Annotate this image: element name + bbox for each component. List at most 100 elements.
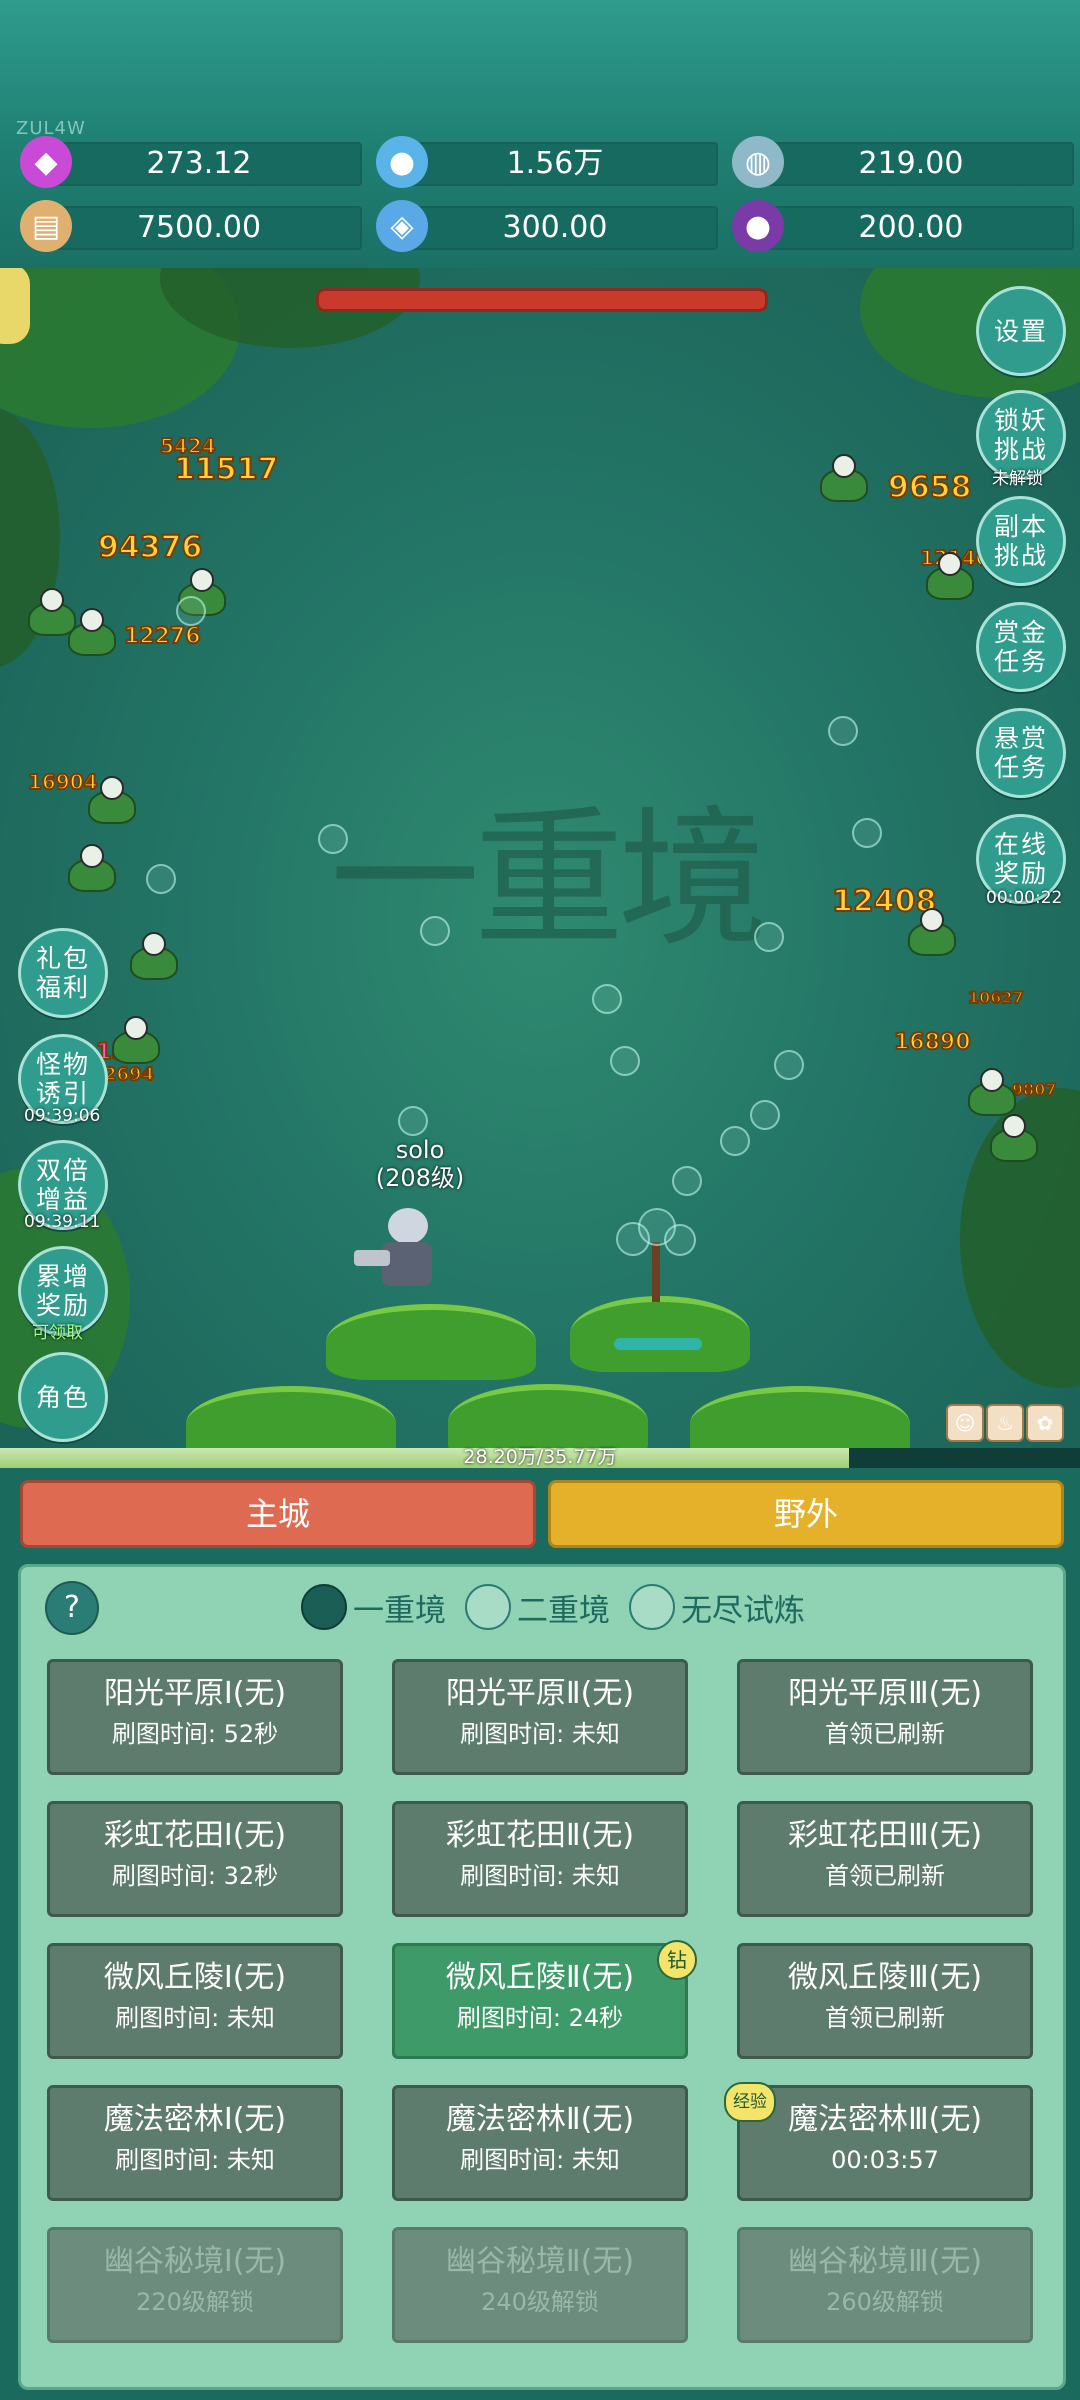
main-city-tab[interactable]: 主城 [20, 1480, 536, 1548]
map-status: 刷图时间: 未知 [460, 1720, 620, 1748]
map-card[interactable]: 微风丘陵Ⅲ(无) 首领已刷新 [737, 1943, 1033, 2059]
experience-badge: 经验 [724, 2082, 776, 2122]
resource-value: 1.56万 [506, 146, 604, 181]
double-buff-timer: 09:39:11 [24, 1212, 101, 1232]
map-card[interactable]: 魔法密林Ⅰ(无) 刷图时间: 未知 [47, 2085, 343, 2201]
realm-option-2[interactable]: 二重境 [465, 1581, 610, 1633]
bubble [318, 824, 348, 854]
map-status: 220级解锁 [136, 2288, 254, 2316]
resource-crystal: ● 1.56万 [376, 136, 718, 188]
monster [982, 1114, 1042, 1162]
resource-value: 200.00 [858, 210, 964, 245]
map-status: 首领已刷新 [825, 1862, 945, 1890]
map-card[interactable]: 阳光平原Ⅰ(无) 刷图时间: 52秒 [47, 1659, 343, 1775]
bubble [720, 1126, 750, 1156]
monster [104, 1016, 164, 1064]
map-status: 00:03:57 [831, 2146, 939, 2174]
map-name: 微风丘陵Ⅱ(无) [445, 1960, 635, 1995]
map-status: 240级解锁 [481, 2288, 599, 2316]
experience-text: 28.20万/35.77万 [463, 1446, 617, 1468]
map-card[interactable]: 彩虹花田Ⅱ(无) 刷图时间: 未知 [392, 1801, 688, 1917]
experience-bar: 28.20万/35.77万 [0, 1446, 1080, 1468]
cat-icon[interactable]: ✿ [1026, 1404, 1064, 1442]
bubble [592, 984, 622, 1014]
damage-number: 2694 [103, 1063, 155, 1086]
map-name: 魔法密林Ⅰ(无) [103, 2102, 287, 2137]
realm-label: 一重境 [353, 1592, 446, 1629]
bubble [852, 818, 882, 848]
map-select-panel: ? 一重境 二重境 无尽试炼 阳光平原Ⅰ(无) 刷图时间: 52秒 阳光平原Ⅱ(… [18, 1564, 1066, 2390]
resource-gems: ◆ 273.12 [20, 136, 362, 188]
monster [80, 776, 140, 824]
map-name: 幽谷秘境Ⅲ(无) [787, 2244, 983, 2279]
map-name: 微风丘陵Ⅲ(无) [787, 1960, 983, 1995]
map-card[interactable]: 魔法密林Ⅲ(无) 00:03:57 经验 [724, 2082, 1033, 2201]
character-button[interactable]: 角色 [18, 1352, 108, 1442]
resource-value: 7500.00 [136, 210, 262, 245]
map-name: 阳光平原Ⅱ(无) [445, 1676, 635, 1711]
battle-scene[interactable]: 一重境 5424 11517 94376 12276 16904 9658 12… [0, 268, 1080, 1458]
diamond-badge: 钻 [657, 1940, 697, 1980]
map-card-locked[interactable]: 幽谷秘境Ⅱ(无) 240级解锁 [392, 2227, 688, 2343]
damage-number: 9658 [887, 469, 972, 506]
reward-task-button[interactable]: 悬赏任务 [976, 708, 1066, 798]
gift-pack-button[interactable]: 礼包福利 [18, 928, 108, 1018]
pet-icon[interactable]: ☺ [946, 1404, 984, 1442]
boss-health-bar [316, 288, 768, 312]
cumulative-reward-status: 可领取 [32, 1323, 83, 1343]
lock-status-text: 未解锁 [992, 469, 1043, 489]
radio-selected [301, 1584, 347, 1630]
bubble [420, 916, 450, 946]
resource-value: 273.12 [146, 146, 252, 181]
map-name: 微风丘陵Ⅰ(无) [103, 1960, 287, 1995]
map-card-locked[interactable]: 幽谷秘境Ⅰ(无) 220级解锁 [47, 2227, 343, 2343]
map-card[interactable]: 彩虹花田Ⅲ(无) 首领已刷新 [737, 1801, 1033, 1917]
map-card[interactable]: 阳光平原Ⅱ(无) 刷图时间: 未知 [392, 1659, 688, 1775]
online-reward-timer: 00:00:22 [986, 888, 1063, 908]
monster [812, 454, 872, 502]
map-card[interactable]: 魔法密林Ⅱ(无) 刷图时间: 未知 [392, 2085, 688, 2201]
player-character[interactable] [354, 1208, 450, 1298]
bubble [828, 716, 858, 746]
player-level: (208级) [375, 1164, 465, 1192]
map-name: 魔法密林Ⅲ(无) [787, 2102, 983, 2137]
bubble-tree[interactable] [616, 1208, 696, 1302]
map-card-selected[interactable]: 微风丘陵Ⅱ(无) 刷图时间: 24秒 钻 [392, 1940, 697, 2059]
damage-number: 10627 [967, 987, 1025, 1008]
map-name: 幽谷秘境Ⅱ(无) [445, 2244, 635, 2279]
dungeon-challenge-button[interactable]: 副本挑战 [976, 496, 1066, 586]
bubble [754, 922, 784, 952]
map-name: 幽谷秘境Ⅰ(无) [103, 2244, 287, 2279]
avatar[interactable] [0, 268, 30, 344]
map-status: 刷图时间: 未知 [115, 2146, 275, 2174]
resource-orb: ● 200.00 [732, 200, 1074, 252]
bubble [176, 596, 206, 626]
map-card[interactable]: 彩虹花田Ⅰ(无) 刷图时间: 32秒 [47, 1801, 343, 1917]
bottom-panel: 主城 野外 ? 一重境 二重境 无尽试炼 阳光平原Ⅰ(无) 刷图时间: 52秒 … [0, 1468, 1080, 2400]
bubble [398, 1106, 428, 1136]
realm-option-3[interactable]: 无尽试炼 [629, 1581, 805, 1633]
monster [960, 1068, 1020, 1116]
map-card[interactable]: 阳光平原Ⅲ(无) 首领已刷新 [737, 1659, 1033, 1775]
map-name: 魔法密林Ⅱ(无) [445, 2102, 635, 2137]
realm-watermark: 一重境 [330, 793, 768, 967]
realm-label: 无尽试炼 [681, 1592, 805, 1629]
grass-platform [570, 1296, 750, 1372]
map-name: 彩虹花田Ⅱ(无) [445, 1818, 635, 1853]
wilderness-tab[interactable]: 野外 [548, 1480, 1064, 1548]
map-card-locked[interactable]: 幽谷秘境Ⅲ(无) 260级解锁 [737, 2227, 1033, 2343]
realm-option-1[interactable]: 一重境 [301, 1581, 446, 1633]
monster [900, 908, 960, 956]
bounty-gold-task-button[interactable]: 赏金任务 [976, 602, 1066, 692]
map-status: 刷图时间: 未知 [115, 2004, 275, 2032]
map-status: 刷图时间: 24秒 [456, 2004, 624, 2032]
monster [60, 608, 120, 656]
map-card[interactable]: 微风丘陵Ⅰ(无) 刷图时间: 未知 [47, 1943, 343, 2059]
fox-icon[interactable]: ♨ [986, 1404, 1024, 1442]
help-button[interactable]: ? [45, 1581, 99, 1635]
bubble [146, 864, 176, 894]
monster [122, 932, 182, 980]
settings-button[interactable]: 设置 [976, 286, 1066, 376]
map-name: 彩虹花田Ⅲ(无) [787, 1818, 983, 1853]
map-status: 刷图时间: 32秒 [111, 1862, 279, 1890]
